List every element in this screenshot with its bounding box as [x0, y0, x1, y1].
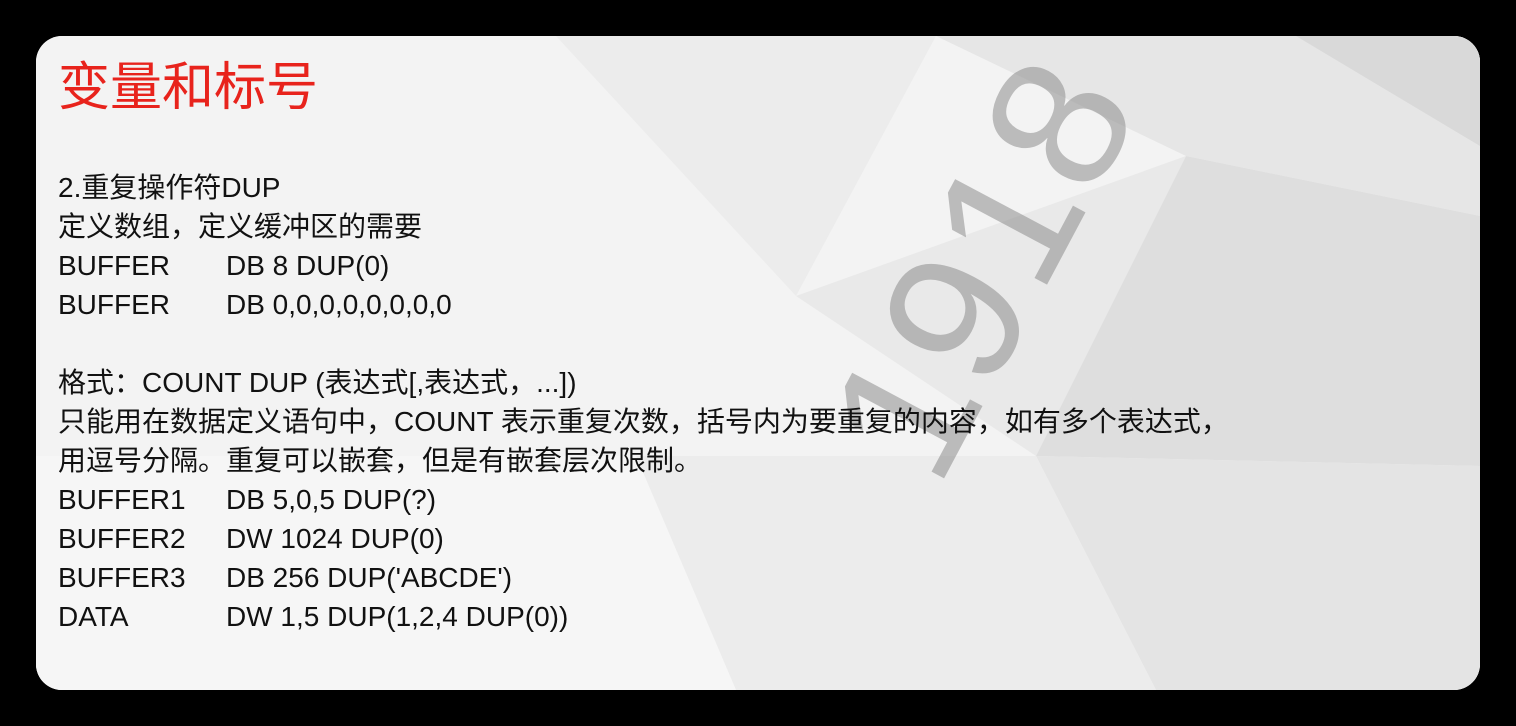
section-heading: 2.重复操作符DUP — [58, 172, 281, 203]
code-label: BUFFER3 — [58, 562, 186, 593]
code-line: BUFFER2 DW 1024 DUP(0) — [58, 519, 1229, 558]
format-line: 格式：COUNT DUP (表达式[,表达式，...]) — [58, 367, 577, 398]
code-text: DW 1,5 DUP(1,2,4 DUP(0)) — [226, 601, 569, 632]
code-text: DB 8 DUP(0) — [226, 250, 390, 281]
code-line: BUFFER3 DB 256 DUP('ABCDE') — [58, 558, 1229, 597]
code-line: BUFFER1 DB 5,0,5 DUP(?) — [58, 480, 1229, 519]
code-text: DB 0,0,0,0,0,0,0,0 — [226, 289, 452, 320]
code-text: DB 256 DUP('ABCDE') — [226, 562, 513, 593]
code-label: BUFFER1 — [58, 484, 186, 515]
code-label: BUFFER — [58, 250, 170, 281]
slide-title: 变量和标号 — [58, 58, 319, 118]
description-line: 用逗号分隔。重复可以嵌套，但是有嵌套层次限制。 — [58, 445, 703, 476]
code-label: BUFFER2 — [58, 523, 186, 554]
code-text: DW 1024 DUP(0) — [226, 523, 444, 554]
slide: 1918 +8618 变量和标号 2.重复操作符DUP 定义数组，定义缓冲区的需… — [36, 36, 1480, 690]
code-line: BUFFER DB 8 DUP(0) — [58, 246, 1229, 285]
code-line: BUFFER DB 0,0,0,0,0,0,0,0 — [58, 285, 1229, 324]
code-line: DATA DW 1,5 DUP(1,2,4 DUP(0)) — [58, 597, 1229, 636]
slide-body: 2.重复操作符DUP 定义数组，定义缓冲区的需要 BUFFER DB 8 DUP(… — [58, 168, 1229, 636]
code-label: DATA — [58, 601, 129, 632]
description-line: 定义数组，定义缓冲区的需要 — [58, 211, 423, 242]
description-line: 只能用在数据定义语句中，COUNT 表示重复次数，括号内为要重复的内容，如有多个… — [58, 406, 1229, 437]
code-text: DB 5,0,5 DUP(?) — [226, 484, 437, 515]
code-label: BUFFER — [58, 289, 170, 320]
